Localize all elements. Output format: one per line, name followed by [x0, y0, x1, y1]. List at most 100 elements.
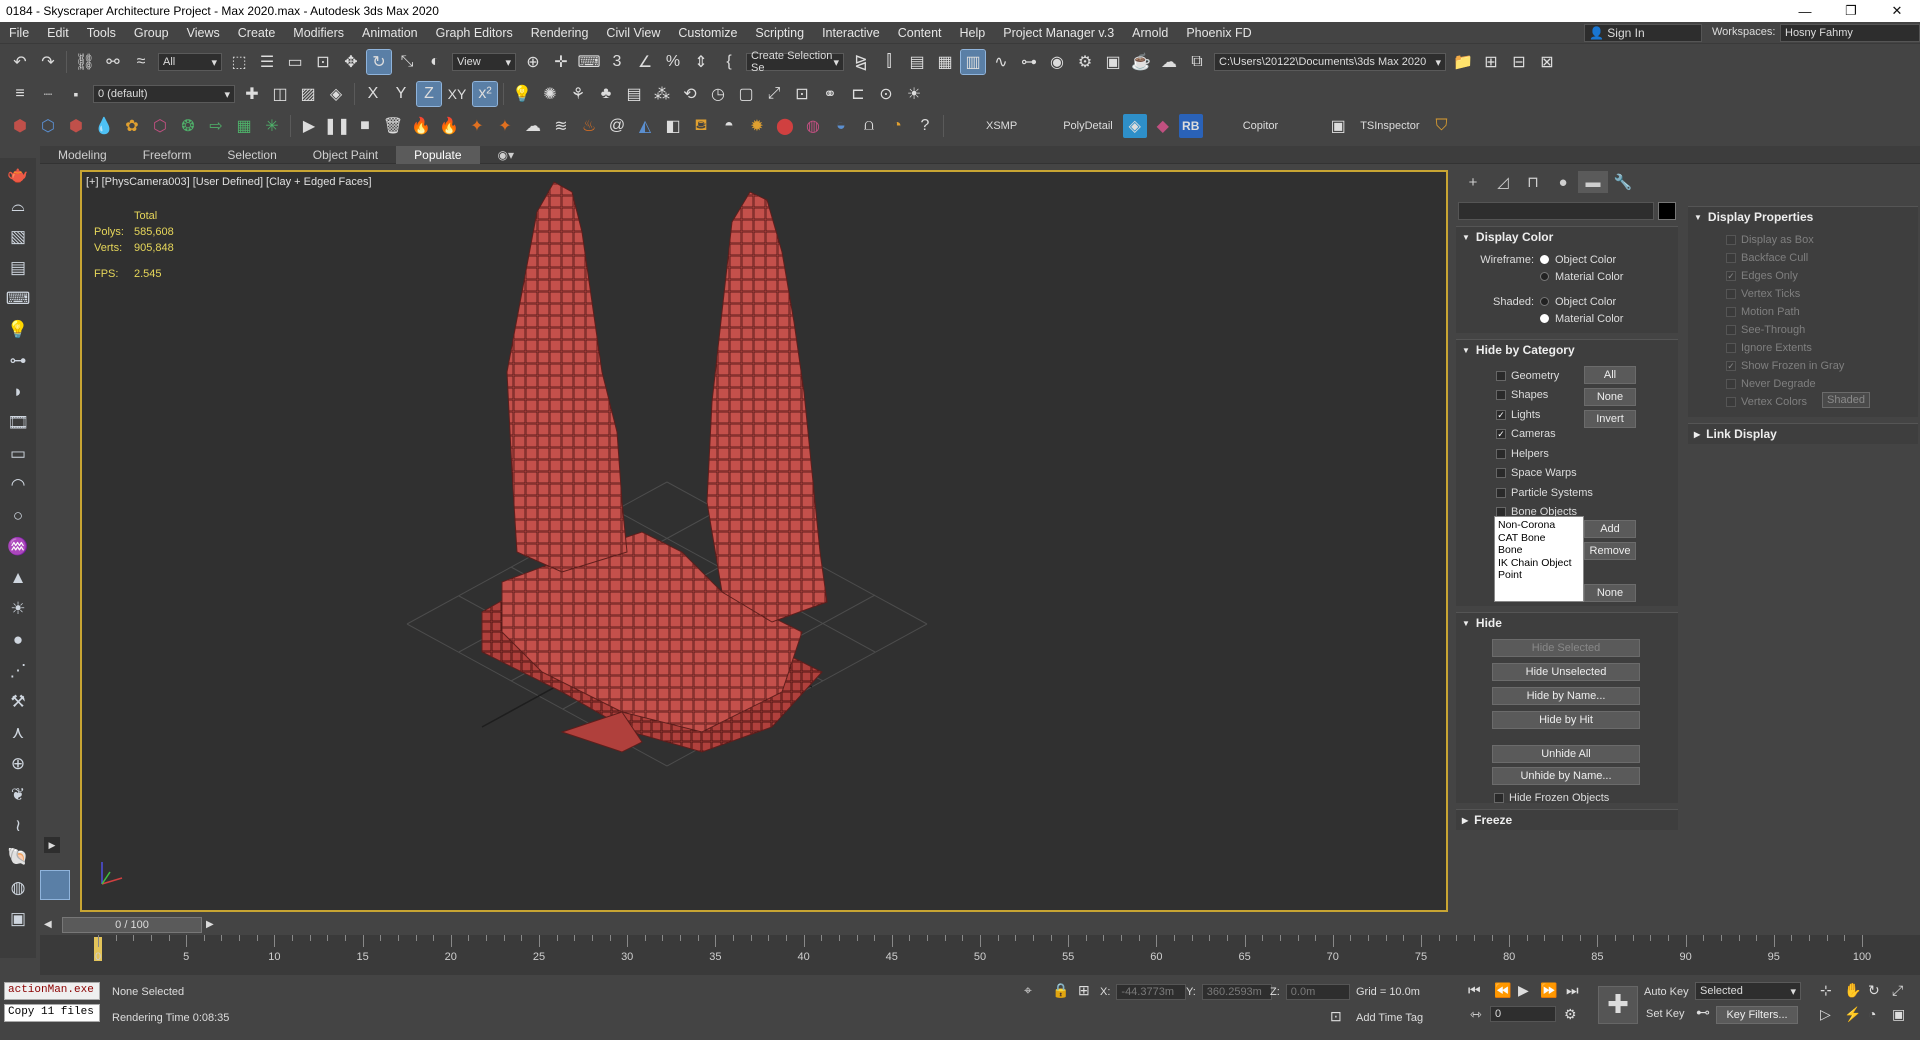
ribbon-tab-modeling[interactable]: Modeling [40, 146, 125, 164]
menu-phoenix-fd[interactable]: Phoenix FD [1177, 22, 1260, 44]
play-icon[interactable]: ▶ [297, 114, 321, 138]
hide-unselected-button[interactable]: Hide Unselected [1492, 663, 1640, 681]
next-frame-icon[interactable]: ⏩ [1540, 982, 1557, 999]
menu-civil-view[interactable]: Civil View [597, 22, 669, 44]
fire-shield-icon[interactable]: ⬢ [64, 114, 88, 138]
sky-icon[interactable]: ◍ [4, 874, 32, 902]
layer-menu-icon[interactable]: ≡ [8, 82, 32, 106]
shell-icon[interactable]: 🐚 [4, 843, 32, 871]
sphere-icon[interactable]: ○ [4, 502, 32, 530]
display-properties-header[interactable]: ▼ Display Properties [1688, 207, 1918, 227]
place-icon[interactable]: ◐ [423, 50, 447, 74]
ribbon-tab-freeform[interactable]: Freeform [125, 146, 210, 164]
render-iterative-icon[interactable]: ☁ [1157, 50, 1181, 74]
y-coordinate-field[interactable]: 360.2593m [1201, 984, 1272, 1000]
workspace-dropdown[interactable]: Hosny Fahmy [1780, 24, 1920, 42]
shaded-object-color-radio[interactable] [1540, 297, 1549, 306]
star-green-icon[interactable]: ✳ [260, 114, 284, 138]
plant-icon[interactable]: ❦ [4, 781, 32, 809]
fire-sim-icon[interactable]: 🔥 [437, 114, 461, 138]
select-layer-icon[interactable]: ▨ [296, 82, 320, 106]
hide-by-name-button[interactable]: Hide by Name... [1492, 687, 1640, 705]
layer-explorer-icon[interactable]: ▦ [933, 50, 957, 74]
bulb-icon[interactable]: ☀ [902, 82, 926, 106]
bind-space-warp-icon[interactable]: ≈ [129, 50, 153, 74]
viewport-camera-icon[interactable]: ▢ [734, 82, 758, 106]
keyboard-shortcut-icon[interactable]: ⌨ [577, 50, 601, 74]
display-property-checkbox[interactable] [1726, 379, 1736, 389]
selection-filter-dropdown[interactable]: All ▾ [158, 53, 222, 71]
tools-icon[interactable]: ⚒ [4, 688, 32, 716]
display-property-checkbox[interactable]: ✓ [1726, 271, 1736, 281]
category-all-button[interactable]: All [1584, 366, 1636, 384]
track-bar[interactable]: 0 5 10 15 20 25 30 35 40 45 50 55 60 65 70 75 80 85 90 95 10… [40, 935, 1920, 975]
add-to-layer-icon[interactable]: ✚ [240, 82, 264, 106]
orbit-icon[interactable]: ⊙ [874, 82, 898, 106]
light-bulb-icon[interactable]: 💡 [4, 316, 32, 344]
tsinspector-button[interactable]: TSInspector [1352, 120, 1427, 132]
display-property-checkbox[interactable] [1726, 253, 1736, 263]
flame-icon[interactable]: ♨ [577, 114, 601, 138]
texture-icon[interactable]: ▧ [4, 223, 32, 251]
flower-icon[interactable]: ✿ [120, 114, 144, 138]
zoom-extents-icon[interactable]: ⊹ [1820, 982, 1832, 999]
object-color-swatch[interactable] [1658, 202, 1676, 220]
render-production-icon[interactable]: ☕ [1129, 50, 1153, 74]
display-property-checkbox[interactable] [1726, 325, 1736, 335]
link-display-header[interactable]: ▶ Link Display [1688, 424, 1918, 444]
grass-icon[interactable]: ♒ [4, 533, 32, 561]
absolute-mode-icon[interactable]: ⊞ [1078, 982, 1090, 999]
menu-customize[interactable]: Customize [669, 22, 746, 44]
project-path-dropdown[interactable]: C:\Users\20122\Documents\3ds Max 2020 ▾ [1214, 53, 1446, 71]
pivot-center-icon[interactable]: ⊕ [521, 50, 545, 74]
hide-frozen-checkbox[interactable] [1494, 792, 1504, 803]
ocean-icon[interactable]: ◒ [829, 114, 853, 138]
shaded-material-color-radio[interactable] [1540, 314, 1549, 323]
grid-green-icon[interactable]: ▦ [232, 114, 256, 138]
menu-graph-editors[interactable]: Graph Editors [427, 22, 522, 44]
go-to-start-icon[interactable]: ⏮ [1468, 982, 1481, 999]
freeze-header[interactable]: ▶ Freeze [1456, 810, 1678, 830]
filter-list-item[interactable]: Point [1498, 569, 1580, 582]
link-objects-icon[interactable]: ⚭ [818, 82, 842, 106]
display-property-checkbox[interactable]: ✓ [1726, 361, 1736, 371]
menu-edit[interactable]: Edit [38, 22, 78, 44]
pink-sphere-icon[interactable]: ◍ [801, 114, 825, 138]
project-new-icon[interactable]: ⊟ [1507, 50, 1531, 74]
hierarchy-tab-icon[interactable]: ⊓ [1518, 171, 1548, 193]
edit-named-selection-icon[interactable]: { [717, 50, 741, 74]
trash-icon[interactable]: 🗑 [381, 114, 405, 138]
maximize-viewport-icon[interactable]: ⤢ [1892, 982, 1903, 999]
frame-icon[interactable]: ⊡ [790, 82, 814, 106]
menu-project-manager-v-3[interactable]: Project Manager v.3 [994, 22, 1123, 44]
named-selection-dropdown[interactable]: Create Selection Se ▾ [746, 50, 844, 74]
cone-icon[interactable]: ▲ [4, 564, 32, 592]
unhide-by-name-button[interactable]: Unhide by Name... [1492, 767, 1640, 785]
fire-grid-icon[interactable]: ✦ [493, 114, 517, 138]
layer-hide-icon[interactable]: ┈ [36, 82, 60, 106]
z-coordinate-field[interactable]: 0.0m [1285, 984, 1350, 1000]
notes-icon[interactable]: ▤ [4, 254, 32, 282]
project-set-icon[interactable]: ⊞ [1479, 50, 1503, 74]
material-editor-icon[interactable]: ◉ [1045, 50, 1069, 74]
hide-header[interactable]: ▼ Hide [1456, 613, 1678, 633]
close-button[interactable]: ✕ [1874, 0, 1920, 22]
box-tool-icon[interactable]: ⬢ [8, 114, 32, 138]
expand-icon[interactable]: ⤢ [762, 82, 786, 106]
layer-freeze-icon[interactable]: ▪ [64, 82, 88, 106]
ribbon-options-icon[interactable]: ◉▾ [480, 146, 533, 164]
set-key-button[interactable]: Set Key [1646, 1008, 1685, 1020]
move-icon[interactable]: ✥ [339, 50, 363, 74]
smoke-icon[interactable]: ☁ [521, 114, 545, 138]
ball-icon[interactable]: ● [4, 626, 32, 654]
layer-sets-icon[interactable]: ◈ [324, 82, 348, 106]
rb-button[interactable]: RB [1178, 114, 1203, 138]
swirl-icon[interactable]: @ [605, 114, 629, 138]
menu-views[interactable]: Views [178, 22, 229, 44]
axis-x-button[interactable]: X [361, 82, 385, 106]
fire-source-icon[interactable]: 🔥 [409, 114, 433, 138]
menu-interactive[interactable]: Interactive [813, 22, 889, 44]
rotate-icon[interactable]: ↻ [366, 49, 392, 75]
select-by-name-icon[interactable]: ☰ [255, 50, 279, 74]
menu-group[interactable]: Group [125, 22, 178, 44]
